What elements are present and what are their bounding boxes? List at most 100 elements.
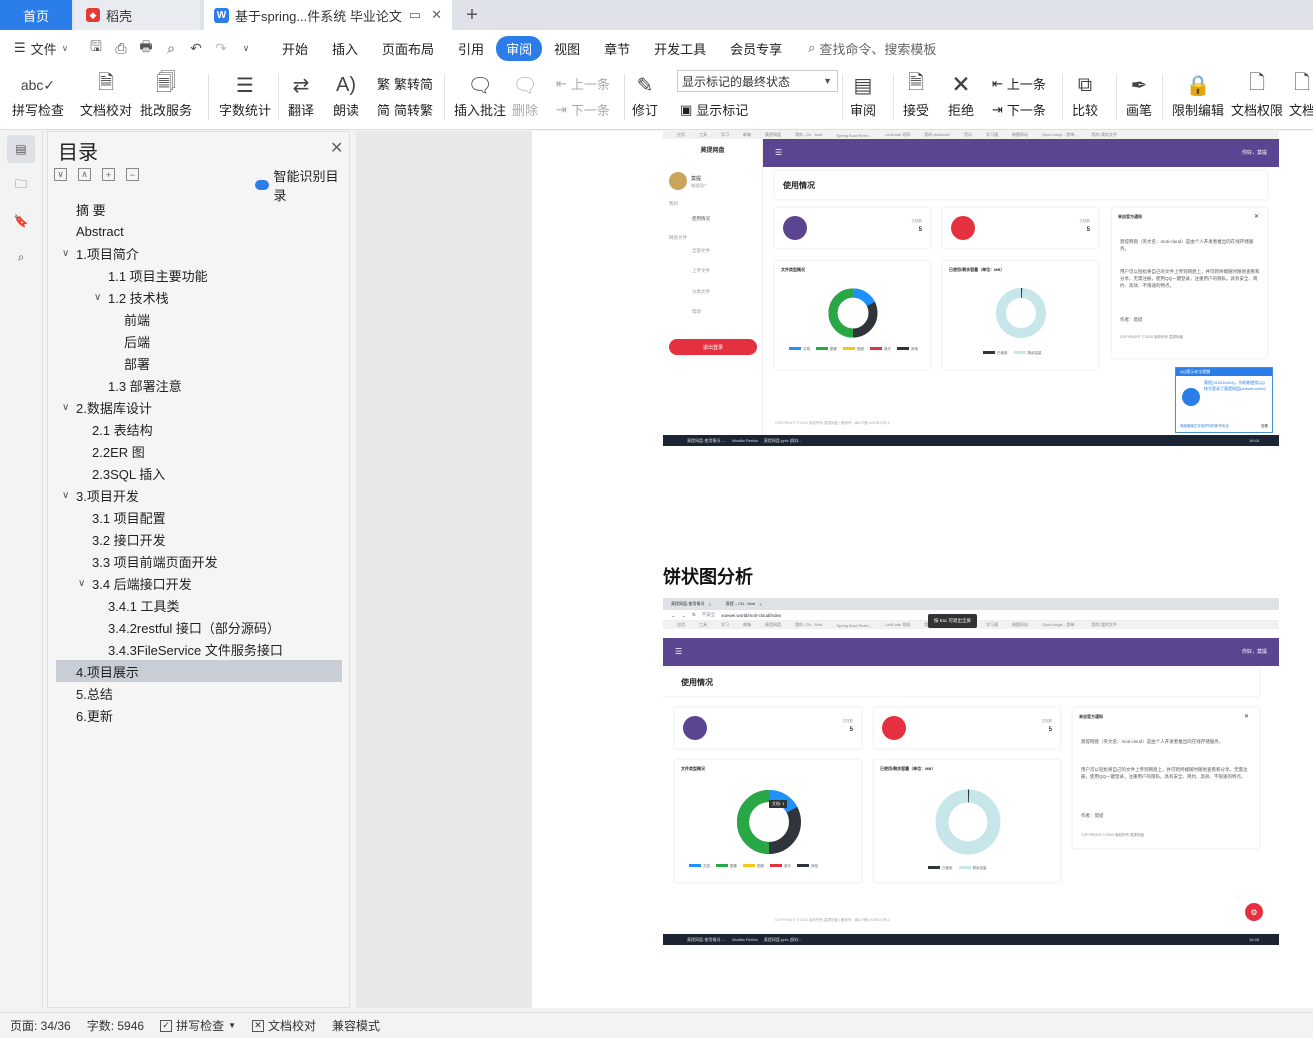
taskbar-item: 莫提网盘-使用情况 -... — [687, 936, 727, 942]
toc-item[interactable]: 5.总结 — [48, 682, 349, 704]
spell-check-button[interactable]: abc✓ 拼写检查 — [12, 70, 64, 119]
toc-item[interactable]: 3.3 项目前端页面开发 — [48, 550, 349, 572]
chevron-down-icon[interactable]: ∨ — [78, 578, 85, 589]
doc-proof-toggle[interactable]: ✕ 文档校对 — [242, 1017, 322, 1034]
menu-section[interactable]: 章节 — [592, 36, 642, 61]
trad-to-simp-button[interactable]: 繁 繁转简 — [377, 74, 433, 93]
expand-all-icon[interactable]: ∧ — [78, 168, 91, 181]
tab-close-icon[interactable]: ✕ — [431, 7, 442, 23]
pen-label: 画笔 — [1126, 103, 1153, 118]
collapse-all-icon[interactable]: ∨ — [54, 168, 67, 181]
toc-item[interactable]: ∨ 1.项目简介 — [48, 242, 349, 264]
accept-button[interactable]: 🗎 接受 — [903, 70, 929, 119]
toc-item[interactable]: 2.2ER 图 — [48, 440, 349, 462]
doc-proof-button[interactable]: 🗎 文档校对 — [80, 70, 132, 119]
menu-review[interactable]: 审阅 — [496, 35, 543, 61]
toc-item[interactable]: 1.1 项目主要功能 — [48, 264, 349, 286]
command-search[interactable]: ⌕ 查找命令、搜索模板 — [808, 39, 936, 58]
toc-item[interactable]: 3.2 接口开发 — [48, 528, 349, 550]
tab-home[interactable]: 首页 — [0, 0, 72, 30]
quick-more-icon[interactable]: ∨ — [238, 40, 254, 56]
restrict-edit-button[interactable]: 🔒 限制编辑 — [1172, 70, 1224, 119]
spell-check-toggle[interactable]: ✓ 拼写检查 ▼ — [150, 1017, 242, 1034]
file-menu[interactable]: ☰ 文件 ∨ — [0, 39, 88, 58]
menu-start[interactable]: 开始 — [270, 36, 320, 61]
legend-label: 其他 — [811, 864, 818, 868]
search-icon[interactable]: ⌕ — [7, 243, 35, 271]
export-pdf-icon[interactable]: ⎙ — [113, 40, 129, 56]
toc-item[interactable]: 3.4.3FileService 文件服务接口 — [48, 638, 349, 660]
toc-item[interactable]: 摘 要 — [48, 198, 349, 220]
toc-item[interactable]: 部署 — [48, 352, 349, 374]
print-icon[interactable]: 🖶 — [138, 38, 154, 56]
toc-item[interactable]: 后端 — [48, 330, 349, 352]
chevron-down-icon[interactable]: ∨ — [94, 292, 101, 303]
batch-service-button[interactable]: 🗐 批改服务 — [140, 70, 192, 119]
menu-references[interactable]: 引用 — [446, 36, 496, 61]
next-change-button[interactable]: ⇥ 下一条 — [992, 100, 1046, 119]
toc-item[interactable]: ∨ 3.项目开发 — [48, 484, 349, 506]
new-tab-button[interactable]: + — [458, 0, 486, 30]
menu-insert[interactable]: 插入 — [320, 36, 370, 61]
toc-item[interactable]: 3.1 项目配置 — [48, 506, 349, 528]
redo-icon[interactable]: ↷ — [213, 40, 229, 56]
tab-document[interactable]: W 基于spring...件系统 毕业论文 ▭ ✕ — [204, 0, 452, 30]
legend-label: 文档 — [803, 347, 810, 351]
word-count-indicator[interactable]: 字数: 5946 — [77, 1017, 150, 1034]
toc-item[interactable]: 4.项目展示 — [56, 660, 342, 682]
compare-button[interactable]: ⧉ 比较 — [1072, 70, 1098, 119]
tab-float-icon[interactable]: ▭ — [409, 7, 421, 23]
markup-state-select[interactable]: 显示标记的最终状态 ▼ — [677, 70, 838, 92]
reject-button[interactable]: 🗙 拒绝 — [948, 70, 974, 119]
menu-dev-tools[interactable]: 开发工具 — [642, 36, 718, 61]
insert-comment-button[interactable]: 🗨 插入批注 — [454, 70, 506, 119]
bookmark-icon[interactable]: 🔖 — [7, 207, 35, 235]
toc-item[interactable]: 2.3SQL 插入 — [48, 462, 349, 484]
delete-comment-button[interactable]: 🗨 删除 — [512, 70, 538, 119]
word-count-button[interactable]: ☰ 字数统计 — [219, 70, 271, 119]
toc-item[interactable]: ∨ 1.2 技术栈 — [48, 286, 349, 308]
remove-heading-icon[interactable]: − — [126, 168, 139, 181]
chevron-down-icon[interactable]: ∨ — [62, 402, 69, 413]
toc-item[interactable]: ∨ 3.4 后端接口开发 — [48, 572, 349, 594]
chevron-down-icon[interactable]: ∨ — [62, 248, 69, 259]
pen-button[interactable]: ✒ 画笔 — [1126, 70, 1152, 119]
tab-daoke[interactable]: ◆ 稻壳 — [74, 0, 200, 30]
next-comment-button[interactable]: ⇥ 下一条 — [556, 100, 610, 119]
prev-comment-button[interactable]: ⇤ 上一条 — [556, 74, 610, 93]
menu-icon: ☰ — [775, 148, 783, 157]
toc-item[interactable]: 前端 — [48, 308, 349, 330]
embedded-screenshot-2[interactable]: 莫提网盘-使用情况 ✕ 莫提 – CN - Moti ✕ ← → ↻ 不安全 x… — [663, 598, 1279, 945]
toc-item[interactable]: 3.4.1 工具类 — [48, 594, 349, 616]
toc-item[interactable]: Abstract — [48, 220, 349, 242]
toc-item[interactable]: 6.更新 — [48, 704, 349, 726]
undo-icon[interactable]: ↶ — [188, 40, 204, 56]
translate-button[interactable]: ⇄ 翻译 — [288, 70, 314, 119]
chapter-nav-icon[interactable]: 🗀 — [7, 171, 35, 199]
review-pane-button[interactable]: ▤ 审阅 — [850, 70, 876, 119]
embedded-screenshot-1[interactable]: 应用 工具 学习 邮箱 莫提网盘 我的- CN - Moti Spring Boot Ref… — [663, 131, 1279, 446]
menu-member[interactable]: 会员专享 — [718, 36, 794, 61]
close-icon[interactable]: ✕ — [330, 138, 343, 158]
doc-permission-button[interactable]: 🗋 文档权限 — [1231, 70, 1283, 119]
read-aloud-button[interactable]: A) 朗读 — [333, 70, 359, 119]
toc-panel-icon[interactable]: ▤ — [7, 135, 35, 163]
save-icon[interactable]: 🖫 — [88, 38, 104, 56]
prev-change-button[interactable]: ⇤ 上一条 — [992, 74, 1046, 93]
print-preview-icon[interactable]: ⌕ — [163, 40, 179, 56]
toc-item[interactable]: 2.1 表结构 — [48, 418, 349, 440]
simp-to-trad-button[interactable]: 简 简转繁 — [377, 100, 433, 119]
toc-item[interactable]: ∨ 2.数据库设计 — [48, 396, 349, 418]
qq-popup-view: 查看 — [1261, 424, 1268, 428]
toc-item[interactable]: 3.4.2restful 接口（部分源码） — [48, 616, 349, 638]
document-page[interactable]: 应用 工具 学习 邮箱 莫提网盘 我的- CN - Moti Spring Boot Ref… — [532, 131, 1313, 1008]
track-changes-button[interactable]: ✎ 修订 — [632, 70, 658, 119]
menu-page-layout[interactable]: 页面布局 — [370, 36, 446, 61]
chevron-down-icon[interactable]: ∨ — [62, 490, 69, 501]
doc-more-button[interactable]: 🗋 文档 — [1289, 70, 1313, 119]
toc-item[interactable]: 1.3 部署注意 — [48, 374, 349, 396]
show-markup-button[interactable]: ▣ 显示标记 — [680, 100, 748, 119]
menu-view[interactable]: 视图 — [542, 36, 592, 61]
add-heading-icon[interactable]: + — [102, 168, 115, 181]
page-indicator[interactable]: 页面: 34/36 — [0, 1017, 77, 1034]
